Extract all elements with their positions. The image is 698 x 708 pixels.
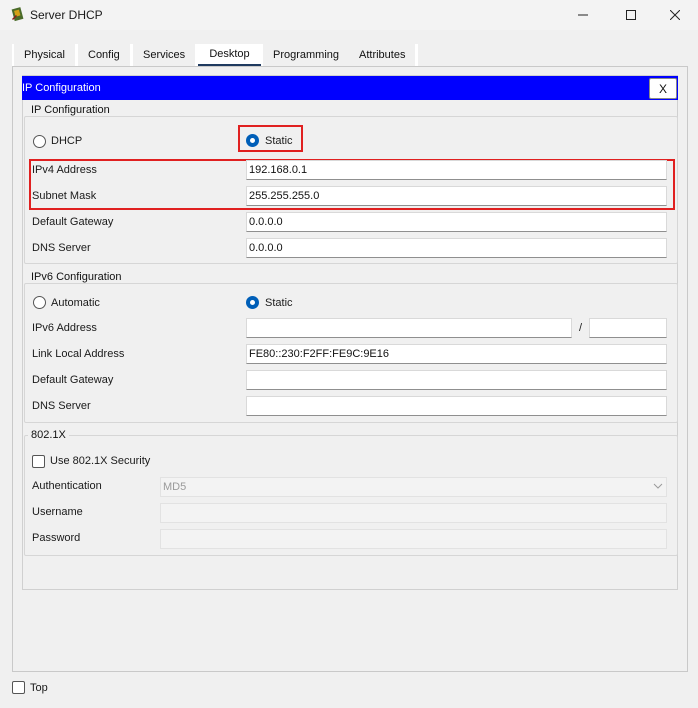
link-local-label: Link Local Address xyxy=(32,348,125,360)
app-icon xyxy=(10,6,26,22)
minimize-icon xyxy=(578,14,588,16)
ipv6-automatic-label: Automatic xyxy=(51,297,100,309)
maximize-button[interactable] xyxy=(608,0,654,30)
ipv6-automatic-radio[interactable] xyxy=(33,296,46,309)
link-local-input[interactable]: FE80::230:F2FF:FE9C:9E16 xyxy=(246,344,667,364)
ipv6-dns-label: DNS Server xyxy=(32,400,91,412)
password-input[interactable] xyxy=(160,529,667,549)
top-checkbox[interactable] xyxy=(12,681,25,694)
static-label: Static xyxy=(265,135,293,147)
ipv4-address-label: IPv4 Address xyxy=(32,164,97,176)
ipv6-group-title: IPv6 Configuration xyxy=(28,271,125,283)
minimize-button[interactable] xyxy=(560,0,606,30)
authentication-value: MD5 xyxy=(163,481,187,493)
close-window-button[interactable] xyxy=(652,0,698,30)
ip-config-header: IP Configuration xyxy=(22,76,678,100)
ipv4-address-input[interactable]: 192.168.0.1 xyxy=(246,160,667,180)
ipv6-gateway-label: Default Gateway xyxy=(32,374,114,386)
default-gateway-label: Default Gateway xyxy=(32,216,114,228)
ipv6-static-label: Static xyxy=(265,297,293,309)
close-icon xyxy=(670,10,680,20)
dns-server-label: DNS Server xyxy=(32,242,91,254)
ipv6-address-label: IPv6 Address xyxy=(32,322,97,334)
dhcp-label: DHCP xyxy=(51,135,83,147)
prefix-separator: / xyxy=(579,322,583,334)
ipv6-static-radio[interactable] xyxy=(246,296,259,309)
tab-desktop[interactable]: Desktop xyxy=(198,44,261,66)
default-gateway-input[interactable]: 0.0.0.0 xyxy=(246,212,667,232)
static-radio[interactable] xyxy=(246,134,259,147)
ipv6-prefix-input[interactable] xyxy=(589,318,667,338)
ipv4-group-title: IP Configuration xyxy=(28,104,113,116)
tab-services[interactable]: Services xyxy=(133,44,196,66)
chevron-down-icon xyxy=(653,481,663,494)
tab-attributes[interactable]: Attributes xyxy=(349,44,416,66)
password-label: Password xyxy=(32,532,81,544)
use-8021x-label: Use 802.1X Security xyxy=(50,455,151,467)
use-8021x-checkbox[interactable] xyxy=(32,455,45,468)
tab-physical[interactable]: Physical xyxy=(14,44,75,66)
username-input[interactable] xyxy=(160,503,667,523)
maximize-icon xyxy=(626,10,636,20)
authentication-label: Authentication xyxy=(32,480,102,492)
ipv6-gateway-input[interactable] xyxy=(246,370,667,390)
dhcp-radio[interactable] xyxy=(33,135,46,148)
subnet-mask-label: Subnet Mask xyxy=(32,190,97,202)
ipv6-dns-input[interactable] xyxy=(246,396,667,416)
tab-config[interactable]: Config xyxy=(78,44,130,66)
dns-server-input[interactable]: 0.0.0.0 xyxy=(246,238,667,258)
window-title: Server DHCP xyxy=(30,8,103,22)
ip-config-close-button[interactable]: X xyxy=(649,78,677,99)
authentication-select[interactable]: MD5 xyxy=(160,477,667,497)
username-label: Username xyxy=(32,506,83,518)
subnet-mask-input[interactable]: 255.255.255.0 xyxy=(246,186,667,206)
top-label: Top xyxy=(30,682,48,694)
ipv6-address-input[interactable] xyxy=(246,318,572,338)
tab-programming[interactable]: Programming xyxy=(263,44,350,66)
dot1x-group-title: 802.1X xyxy=(28,429,69,441)
